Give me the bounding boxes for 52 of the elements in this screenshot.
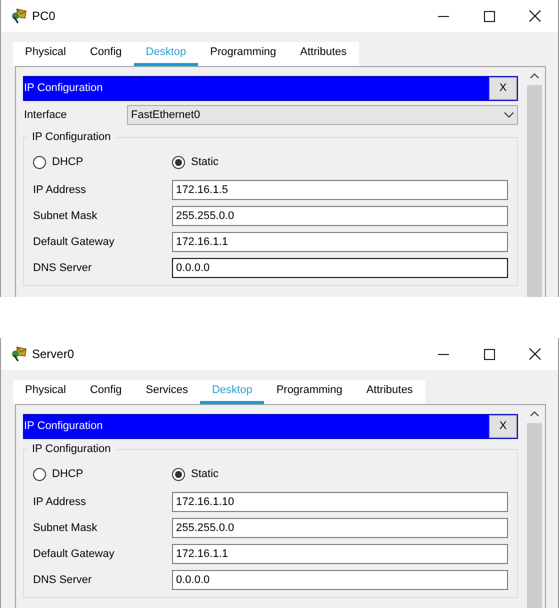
input-field[interactable]: 255.255.0.0	[172, 206, 508, 226]
window-title: PC0	[32, 8, 56, 25]
input-field[interactable]: 172.16.1.10	[172, 492, 508, 512]
input-field[interactable]: 255.255.0.0	[172, 518, 508, 538]
tab[interactable]: Config	[78, 380, 134, 404]
tab[interactable]: Programming	[264, 380, 354, 404]
window-title: Server0	[32, 346, 74, 363]
interface-dropdown[interactable]: FastEthernet0	[127, 105, 518, 125]
close-panel-button[interactable]: X	[489, 77, 517, 100]
input-field[interactable]: 172.16.1.1	[172, 232, 508, 252]
field-label: DNS Server	[33, 260, 93, 276]
ip-config-title: IP Configuration	[24, 419, 103, 434]
tab[interactable]: Physical	[13, 42, 78, 66]
close-icon	[529, 10, 541, 22]
field-label: Default Gateway	[33, 546, 116, 562]
field-label: DNS Server	[33, 572, 93, 588]
tab[interactable]: Programming	[198, 42, 288, 66]
radio-button[interactable]	[33, 156, 46, 168]
radio-button[interactable]	[33, 468, 46, 480]
radio-button[interactable]	[172, 156, 185, 168]
input-field[interactable]: 172.16.1.5	[172, 180, 508, 200]
interface-label: Interface	[23, 108, 68, 123]
close-panel-button[interactable]: X	[489, 415, 517, 438]
input-field[interactable]: 0.0.0.0	[172, 570, 508, 590]
field-label: IP Address	[33, 494, 87, 510]
group-label: IP Configuration	[28, 442, 115, 456]
tab[interactable]: Attributes	[354, 380, 425, 404]
radio-option[interactable]: DHCP	[33, 154, 172, 170]
tab[interactable]: Services	[134, 380, 200, 404]
scroll-up-icon	[530, 411, 539, 417]
maximize-icon	[484, 348, 494, 360]
radio-option[interactable]: Static	[172, 466, 219, 482]
field-label: Subnet Mask	[33, 208, 98, 224]
ip-config-title: IP Configuration	[24, 81, 103, 96]
tab[interactable]: Physical	[13, 380, 78, 404]
input-field[interactable]: 172.16.1.1	[172, 544, 508, 564]
radio-option[interactable]: Static	[172, 154, 219, 170]
field-label: IP Address	[33, 182, 87, 198]
chevron-down-icon	[504, 112, 514, 118]
field-label: Subnet Mask	[33, 520, 98, 536]
maximize-icon	[484, 10, 494, 22]
scroll-up-icon	[530, 73, 539, 79]
tab[interactable]: Config	[78, 42, 134, 66]
tab[interactable]: Attributes	[288, 42, 359, 66]
close-icon	[529, 348, 541, 360]
app-icon	[11, 8, 28, 24]
app-icon	[11, 346, 28, 362]
field-label: Default Gateway	[33, 234, 116, 250]
radio-option[interactable]: DHCP	[33, 466, 172, 482]
radio-button[interactable]	[172, 468, 185, 480]
input-field[interactable]: 0.0.0.0	[172, 258, 508, 278]
group-label: IP Configuration	[28, 130, 115, 144]
